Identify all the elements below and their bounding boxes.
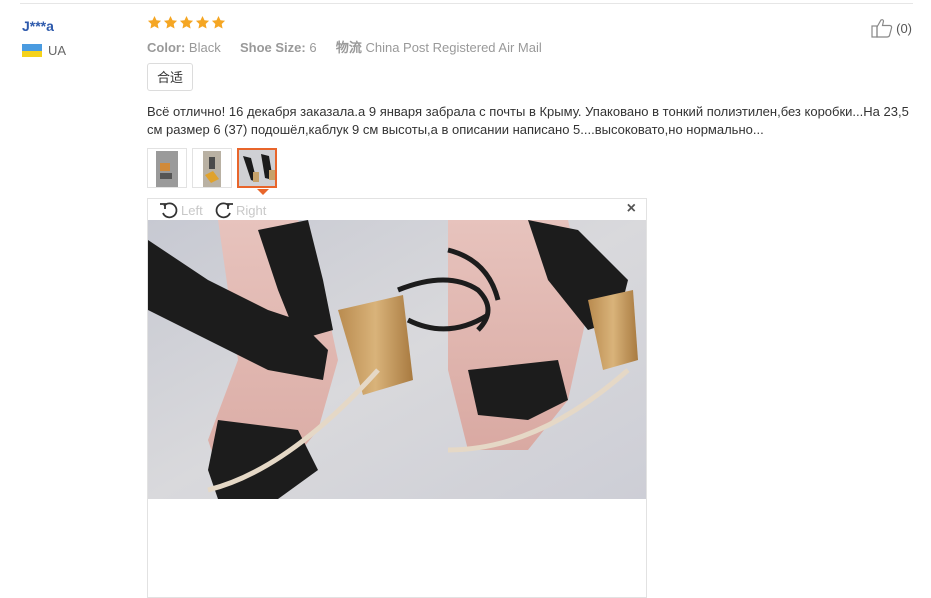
star-icon [195,15,210,29]
reviewer-country: UA [22,43,66,58]
star-rating [147,15,226,30]
photo-thumbnail-1[interactable] [147,148,187,188]
attr-value-shipping: China Post Registered Air Mail [365,40,542,55]
order-attributes: Color: Black Shoe Size: 6 物流 China Post … [147,40,542,56]
top-divider [20,3,913,4]
thumbnail-image [148,149,186,187]
rotate-right-icon [215,202,233,219]
attr-key-color: Color: [147,40,186,55]
attr-key-shoe-size: Shoe Size: [239,40,306,55]
country-code: UA [48,43,67,58]
photo-thumbnail-3[interactable] [237,148,277,188]
review-text: Всё отлично! 16 декабря заказала.а 9 янв… [147,104,909,137]
thumbs-up-icon[interactable] [871,18,893,38]
star-icon [179,15,194,29]
rotate-right-label: Right [236,202,267,218]
photo-viewer: Left Right × [147,198,647,598]
rotate-right-button[interactable]: Right [214,200,266,220]
sandals-photo [148,220,646,499]
attr-value-shoe-size: 6 [309,40,317,55]
helpful-count: (0) [896,20,912,36]
helpful-button[interactable]: (0) [871,18,912,38]
rotate-left-icon [160,202,178,219]
reviewer-name[interactable]: J***a [22,17,66,35]
thumbnail-image [193,149,231,187]
photo-thumbnail-2[interactable] [192,148,232,188]
photo-thumbnails [147,148,277,188]
rotate-left-button[interactable]: Left [159,200,203,220]
fit-tag: 合适 [147,63,194,91]
attr-value-color: Black [188,40,221,55]
thumbnail-image [239,150,275,186]
close-icon[interactable]: × [627,201,636,217]
reviewer-info: J***a UA [22,17,66,58]
star-icon [163,15,178,29]
star-icon [211,15,226,29]
rotate-left-label: Left [181,202,203,218]
viewer-toolbar: Left Right × [148,199,646,220]
attr-key-shipping: 物流 [335,40,362,55]
ukraine-flag-icon [22,44,42,57]
star-icon [147,15,162,29]
active-thumbnail-caret [257,189,269,195]
